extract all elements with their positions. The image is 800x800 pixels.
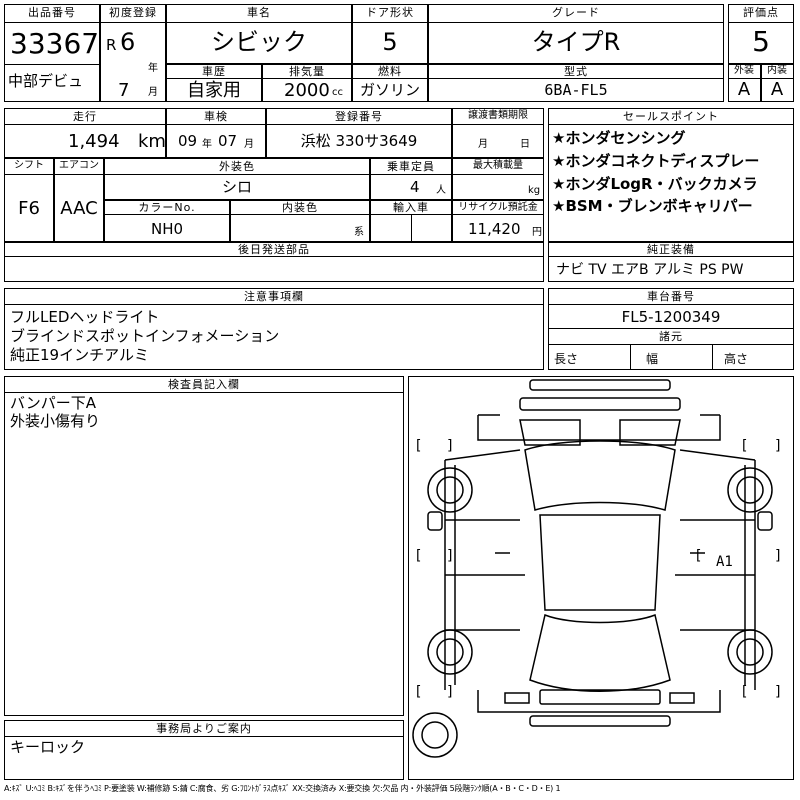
bracket-right: ]: [774, 548, 782, 564]
bracket-left: [: [414, 548, 422, 564]
bracket-right: ]: [446, 438, 454, 454]
bracket-left: [: [740, 438, 748, 454]
bracket-left: [: [740, 684, 748, 700]
bracket-right: ]: [446, 548, 454, 564]
bracket-right: ]: [774, 438, 782, 454]
bracket-right: ]: [774, 684, 782, 700]
bracket-left: [: [694, 548, 702, 564]
bracket-left: [: [414, 438, 422, 454]
bracket-right: ]: [446, 684, 454, 700]
damage-mark: A1: [716, 554, 733, 570]
bracket-left: [: [414, 684, 422, 700]
car-diagram: [ ] [ ] [ ] [ ] [ ] [ ] A1: [412, 379, 782, 758]
legend-footer: A:ｷｽﾞ U:ﾍｺﾐ B:ｷｽﾞを伴うﾍｺﾐ P:要塗装 W:補修跡 S:錆 …: [4, 784, 561, 793]
